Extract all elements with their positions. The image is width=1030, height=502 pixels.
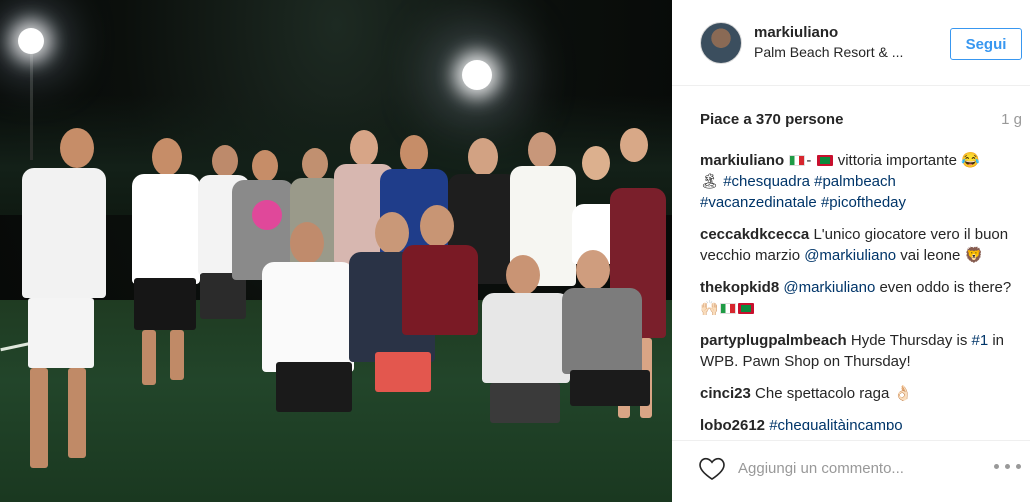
post-header: markiuliano Palm Beach Resort & ... Segu… xyxy=(672,0,1030,86)
hashtag-link[interactable]: #palmbeach xyxy=(814,173,896,190)
more-options-icon[interactable] xyxy=(994,464,1022,472)
person xyxy=(130,138,202,388)
hashtag-link[interactable]: #vacanzedinatale xyxy=(700,194,817,211)
floodlight xyxy=(462,60,492,90)
emoji-icon: 😂 xyxy=(961,152,980,169)
post-age: 1 g xyxy=(1001,111,1022,128)
maldives-flag-icon xyxy=(816,155,833,166)
person xyxy=(8,128,108,478)
comment: cinci23 Che spettacolo raga 👌🏻 xyxy=(700,383,1022,404)
comment: markiuliano - vittoria importante 😂 🏝 #ch… xyxy=(700,150,1022,213)
comment-username[interactable]: thekopkid8 xyxy=(700,279,779,296)
likes-count[interactable]: Piace a 370 persone xyxy=(700,111,843,128)
comment-username[interactable]: cinci23 xyxy=(700,385,751,402)
comment-text: Che spettacolo raga xyxy=(755,385,894,402)
person xyxy=(560,250,660,450)
follow-button[interactable]: Segui xyxy=(950,28,1022,60)
hashtag-link[interactable]: #picoftheday xyxy=(821,194,906,211)
floodlight xyxy=(18,28,44,54)
comment: partyplugpalmbeach Hyde Thursday is #1 i… xyxy=(700,330,1022,372)
comment: thekopkid8 @markiuliano even oddo is the… xyxy=(700,277,1022,319)
comment-text: - xyxy=(806,152,816,169)
post-photo[interactable] xyxy=(0,0,672,502)
mention-link[interactable]: @markiuliano xyxy=(804,247,896,264)
comment-username[interactable]: markiuliano xyxy=(700,152,784,169)
emoji-icon: 🏝 xyxy=(700,173,720,190)
italy-flag-icon xyxy=(719,303,736,314)
hashtag-link[interactable]: #chesquadra xyxy=(723,173,810,190)
heart-icon[interactable] xyxy=(698,455,726,481)
comment-username[interactable]: ceccakdkcecca xyxy=(700,226,809,243)
comment-bar xyxy=(672,440,1030,502)
emoji-icon: 🙌🏻 xyxy=(700,300,719,317)
username[interactable]: markiuliano xyxy=(754,24,838,41)
comment-text: vittoria importante xyxy=(833,152,962,169)
comment: lobo2612 #chequalitàincampo xyxy=(700,415,1022,430)
avatar[interactable] xyxy=(700,22,742,64)
comment-username[interactable]: partyplugpalmbeach xyxy=(700,332,847,349)
italy-flag-icon xyxy=(789,155,806,166)
comment-username[interactable]: lobo2612 xyxy=(700,417,765,430)
maldives-flag-icon xyxy=(737,303,754,314)
comment-text: vai leone xyxy=(896,247,965,264)
add-comment-input[interactable] xyxy=(738,457,968,479)
post-sidebar: markiuliano Palm Beach Resort & ... Segu… xyxy=(672,0,1030,502)
comment: ceccakdkcecca L'unico giocatore vero il … xyxy=(700,224,1022,266)
hashtag-link[interactable]: #chequalitàincampo xyxy=(769,417,902,430)
comments-list: markiuliano - vittoria importante 😂 🏝 #ch… xyxy=(700,150,1022,430)
comment-text: Hyde Thursday is xyxy=(850,332,972,349)
person xyxy=(480,255,572,455)
comment-text: even oddo is there? xyxy=(875,279,1012,296)
emoji-icon: 🦁 xyxy=(964,247,984,264)
location-link[interactable]: Palm Beach Resort & ... xyxy=(754,44,903,60)
person xyxy=(400,205,478,405)
hashtag-link[interactable]: #1 xyxy=(971,332,988,349)
mention-link[interactable]: @markiuliano xyxy=(783,279,875,296)
emoji-icon: 👌🏻 xyxy=(893,385,913,402)
